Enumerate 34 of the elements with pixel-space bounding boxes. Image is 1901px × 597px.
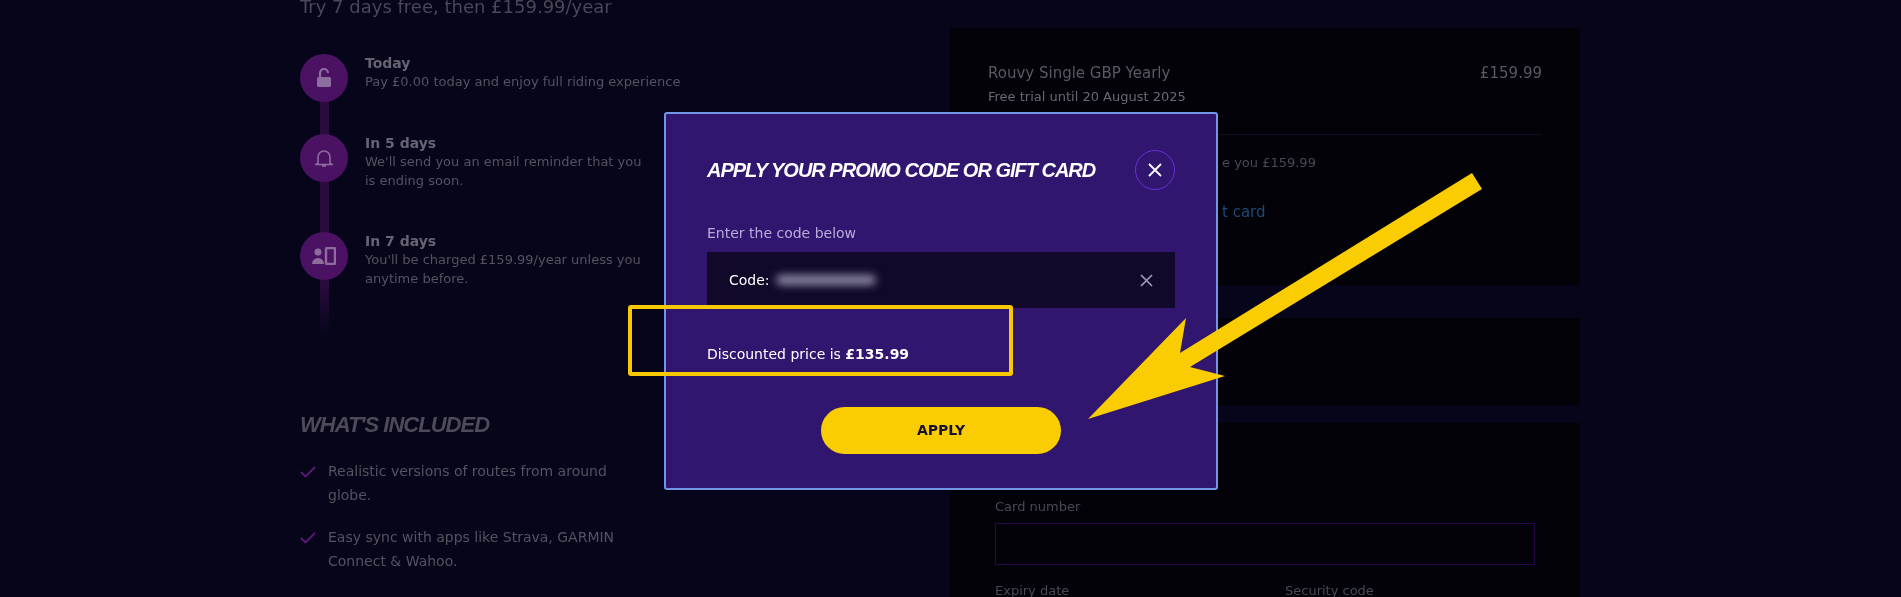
check-icon [300,466,316,478]
step-description: We'll send you an email reminder that you [365,153,642,171]
dialog-title: APPLY YOUR PROMO CODE OR GIFT CARD [707,158,1096,183]
charge-note: e you £159.99 [1222,154,1317,172]
section-title: WHAT'S INCLUDED [300,411,490,439]
product-price: £159.99 [1479,63,1542,84]
card-number-field[interactable] [995,522,1535,565]
step-title: In 7 days [365,232,438,250]
code-field[interactable]: Code: [707,252,1175,308]
check-icon [300,532,316,544]
id-card-icon [312,247,336,265]
feature-text: Connect & Wahoo. [328,552,459,571]
step-description: is ending soon. [365,172,465,190]
feature-text: Realistic versions of routes from around [328,462,607,481]
step-description: Pay £0.00 today and enjoy full riding experience [365,73,681,91]
apply-button[interactable]: APPLY [821,407,1061,454]
feature-text: globe. [328,486,373,505]
field-label: Enter the code below [707,224,858,243]
discount-message: Discounted price is £135.99 [707,345,911,364]
trial-note: Free trial until 20 August 2025 [988,87,1187,106]
subtitle: Try 7 days free, then £159.99/year [300,0,613,18]
field-label: Card number [995,498,1082,516]
padlock-icon [316,68,332,88]
step-description: You'll be charged £159.99/year unless you [365,251,641,269]
bell-icon [315,148,333,168]
step-title: Today [365,54,412,72]
field-label: Expiry date [995,581,1071,597]
product-name: Rouvy Single GBP Yearly [988,63,1171,84]
step-description: anytime before. [365,270,470,288]
field-label: Security code [1285,581,1374,597]
feature-text: Easy sync with apps like Strava, GARMIN [328,528,615,547]
close-icon [1148,163,1162,177]
clear-icon[interactable] [1140,273,1153,287]
step-title: In 5 days [365,134,438,152]
